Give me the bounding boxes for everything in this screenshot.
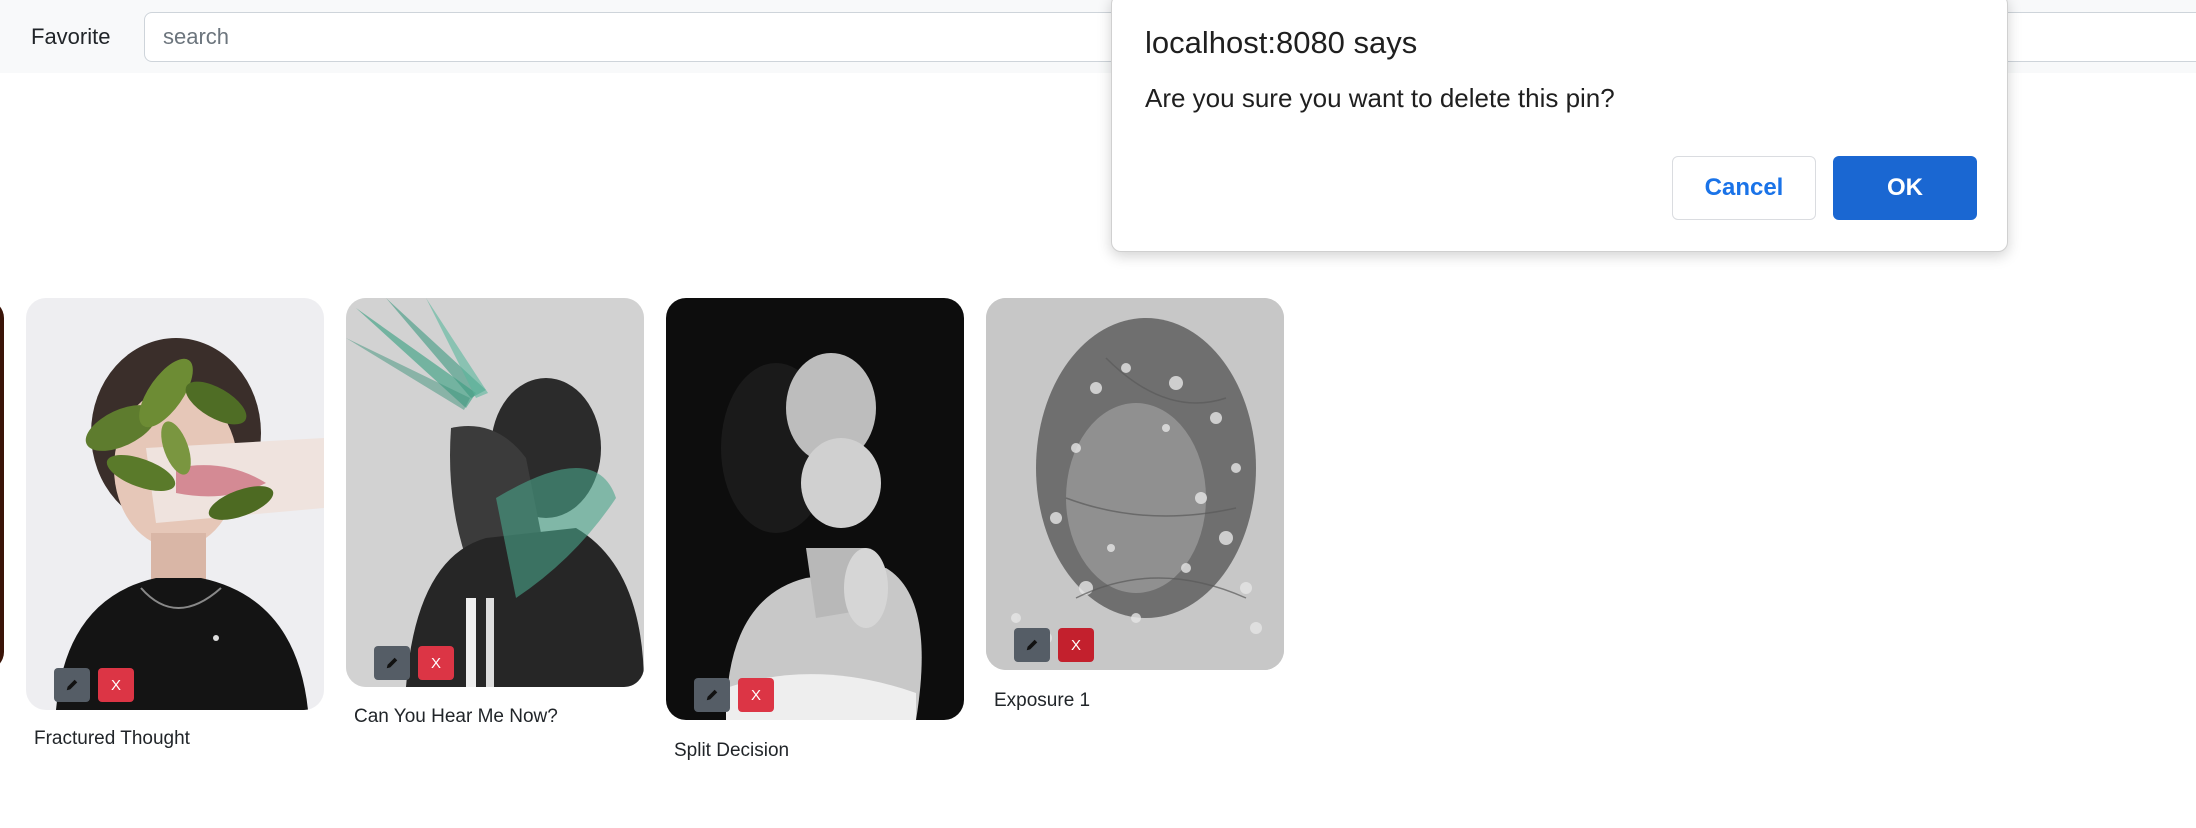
edit-pin-button[interactable] (374, 646, 410, 680)
edit-pin-button[interactable] (694, 678, 730, 712)
delete-pin-button[interactable]: X (738, 678, 774, 712)
cancel-button[interactable]: Cancel (1672, 156, 1816, 220)
delete-pin-button[interactable]: X (418, 646, 454, 680)
pin-card: X Fractured Thought (26, 298, 324, 749)
dialog-title: localhost:8080 says (1145, 25, 1418, 60)
pin-image[interactable]: X (986, 298, 1284, 670)
delete-pin-button[interactable]: X (1058, 628, 1094, 662)
page: Favorite search X Fractured Thought X Ca… (0, 0, 2196, 828)
partial-pin-card[interactable] (0, 300, 4, 670)
pin-card: X Exposure 1 (986, 298, 1284, 711)
pin-title: Fractured Thought (34, 728, 190, 749)
pin-title: Split Decision (674, 740, 790, 761)
favorite-link[interactable]: Favorite (31, 24, 110, 50)
pencil-icon (66, 679, 78, 691)
pin-artwork (346, 298, 644, 687)
edit-pin-button[interactable] (1014, 628, 1050, 662)
pin-artwork (986, 298, 1284, 670)
pencil-icon (386, 657, 398, 669)
delete-pin-button[interactable]: X (98, 668, 134, 702)
pin-image[interactable]: X (666, 298, 964, 720)
pin-card: X Split Decision (666, 298, 964, 761)
pin-card: X Can You Hear Me Now? (346, 298, 644, 727)
pin-image[interactable]: X (346, 298, 644, 687)
pin-artwork (26, 298, 324, 710)
edit-pin-button[interactable] (54, 668, 90, 702)
pin-artwork (666, 298, 964, 720)
pencil-icon (1026, 639, 1038, 651)
pin-image[interactable]: X (26, 298, 324, 710)
confirm-dialog: localhost:8080 says Are you sure you wan… (1111, 0, 2008, 252)
dialog-message: Are you sure you want to delete this pin… (1145, 83, 1615, 113)
pencil-icon (706, 689, 718, 701)
ok-button[interactable]: OK (1833, 156, 1977, 220)
pin-title: Can You Hear Me Now? (354, 706, 558, 727)
pin-title: Exposure 1 (994, 690, 1091, 711)
